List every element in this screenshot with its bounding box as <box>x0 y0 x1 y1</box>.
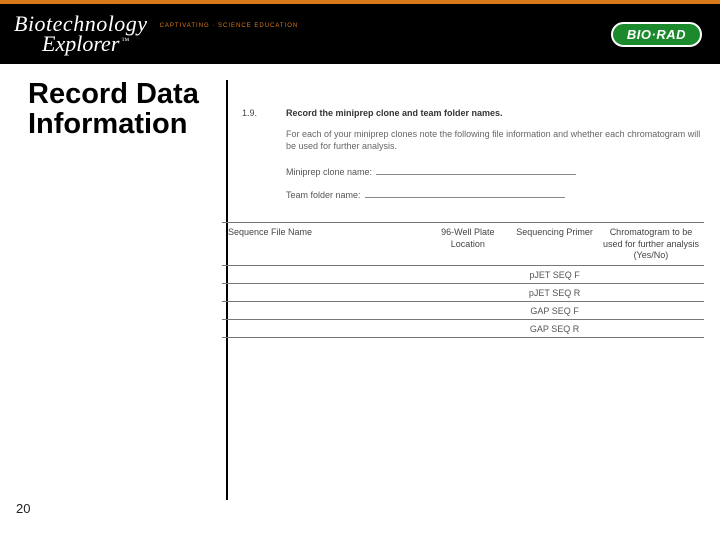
brand-tagline: CAPTIVATING · SCIENCE EDUCATION <box>160 23 299 29</box>
brand-sub: Explorer <box>42 31 119 56</box>
table-header-row: Sequence File Name 96-Well Plate Locatio… <box>222 223 704 266</box>
col-chrom-header: Chromatogram to be used for further anal… <box>598 223 704 266</box>
brand-line2: Explorer™ <box>42 33 298 55</box>
instruction-heading: Record the miniprep clone and team folde… <box>286 108 704 118</box>
folder-name-field: Team folder name: <box>286 189 704 200</box>
instruction-text: Record the miniprep clone and team folde… <box>286 108 704 212</box>
content-area: Record Data Information 1.9. Record the … <box>0 64 720 500</box>
right-column: 1.9. Record the miniprep clone and team … <box>228 80 710 500</box>
left-column: Record Data Information <box>28 80 228 500</box>
table-row: pJET SEQ R <box>222 284 704 302</box>
cell-file <box>222 284 424 302</box>
page-title: Record Data Information <box>28 80 210 139</box>
col-file-header: Sequence File Name <box>222 223 424 266</box>
header-bar: Biotechnology CAPTIVATING · SCIENCE EDUC… <box>0 4 720 64</box>
cell-primer: GAP SEQ R <box>511 320 598 338</box>
cell-plate <box>424 284 511 302</box>
cell-primer: GAP SEQ F <box>511 302 598 320</box>
clone-name-blank <box>376 166 576 175</box>
cell-file <box>222 320 424 338</box>
cell-chrom <box>598 284 704 302</box>
instruction-body: For each of your miniprep clones note th… <box>286 128 704 152</box>
folder-name-label: Team folder name: <box>286 190 361 200</box>
table-row: GAP SEQ R <box>222 320 704 338</box>
cell-plate <box>424 302 511 320</box>
col-primer-header: Sequencing Primer <box>511 223 598 266</box>
cell-plate <box>424 266 511 284</box>
data-table: Sequence File Name 96-Well Plate Locatio… <box>222 222 704 338</box>
cell-primer: pJET SEQ R <box>511 284 598 302</box>
instruction-block: 1.9. Record the miniprep clone and team … <box>242 108 704 212</box>
folder-name-blank <box>365 189 565 198</box>
brand-block: Biotechnology CAPTIVATING · SCIENCE EDUC… <box>14 13 298 55</box>
cell-chrom <box>598 302 704 320</box>
trademark: ™ <box>121 36 129 45</box>
data-table-wrap: Sequence File Name 96-Well Plate Locatio… <box>222 222 704 338</box>
table-row: pJET SEQ F <box>222 266 704 284</box>
biorad-logo: BIO·RAD <box>611 22 702 47</box>
cell-file <box>222 266 424 284</box>
instruction-number: 1.9. <box>242 108 286 212</box>
page-number: 20 <box>16 501 30 516</box>
cell-chrom <box>598 266 704 284</box>
cell-file <box>222 302 424 320</box>
clone-name-label: Miniprep clone name: <box>286 167 372 177</box>
cell-primer: pJET SEQ F <box>511 266 598 284</box>
clone-name-field: Miniprep clone name: <box>286 166 704 177</box>
cell-chrom <box>598 320 704 338</box>
cell-plate <box>424 320 511 338</box>
col-plate-header: 96-Well Plate Location <box>424 223 511 266</box>
table-row: GAP SEQ F <box>222 302 704 320</box>
